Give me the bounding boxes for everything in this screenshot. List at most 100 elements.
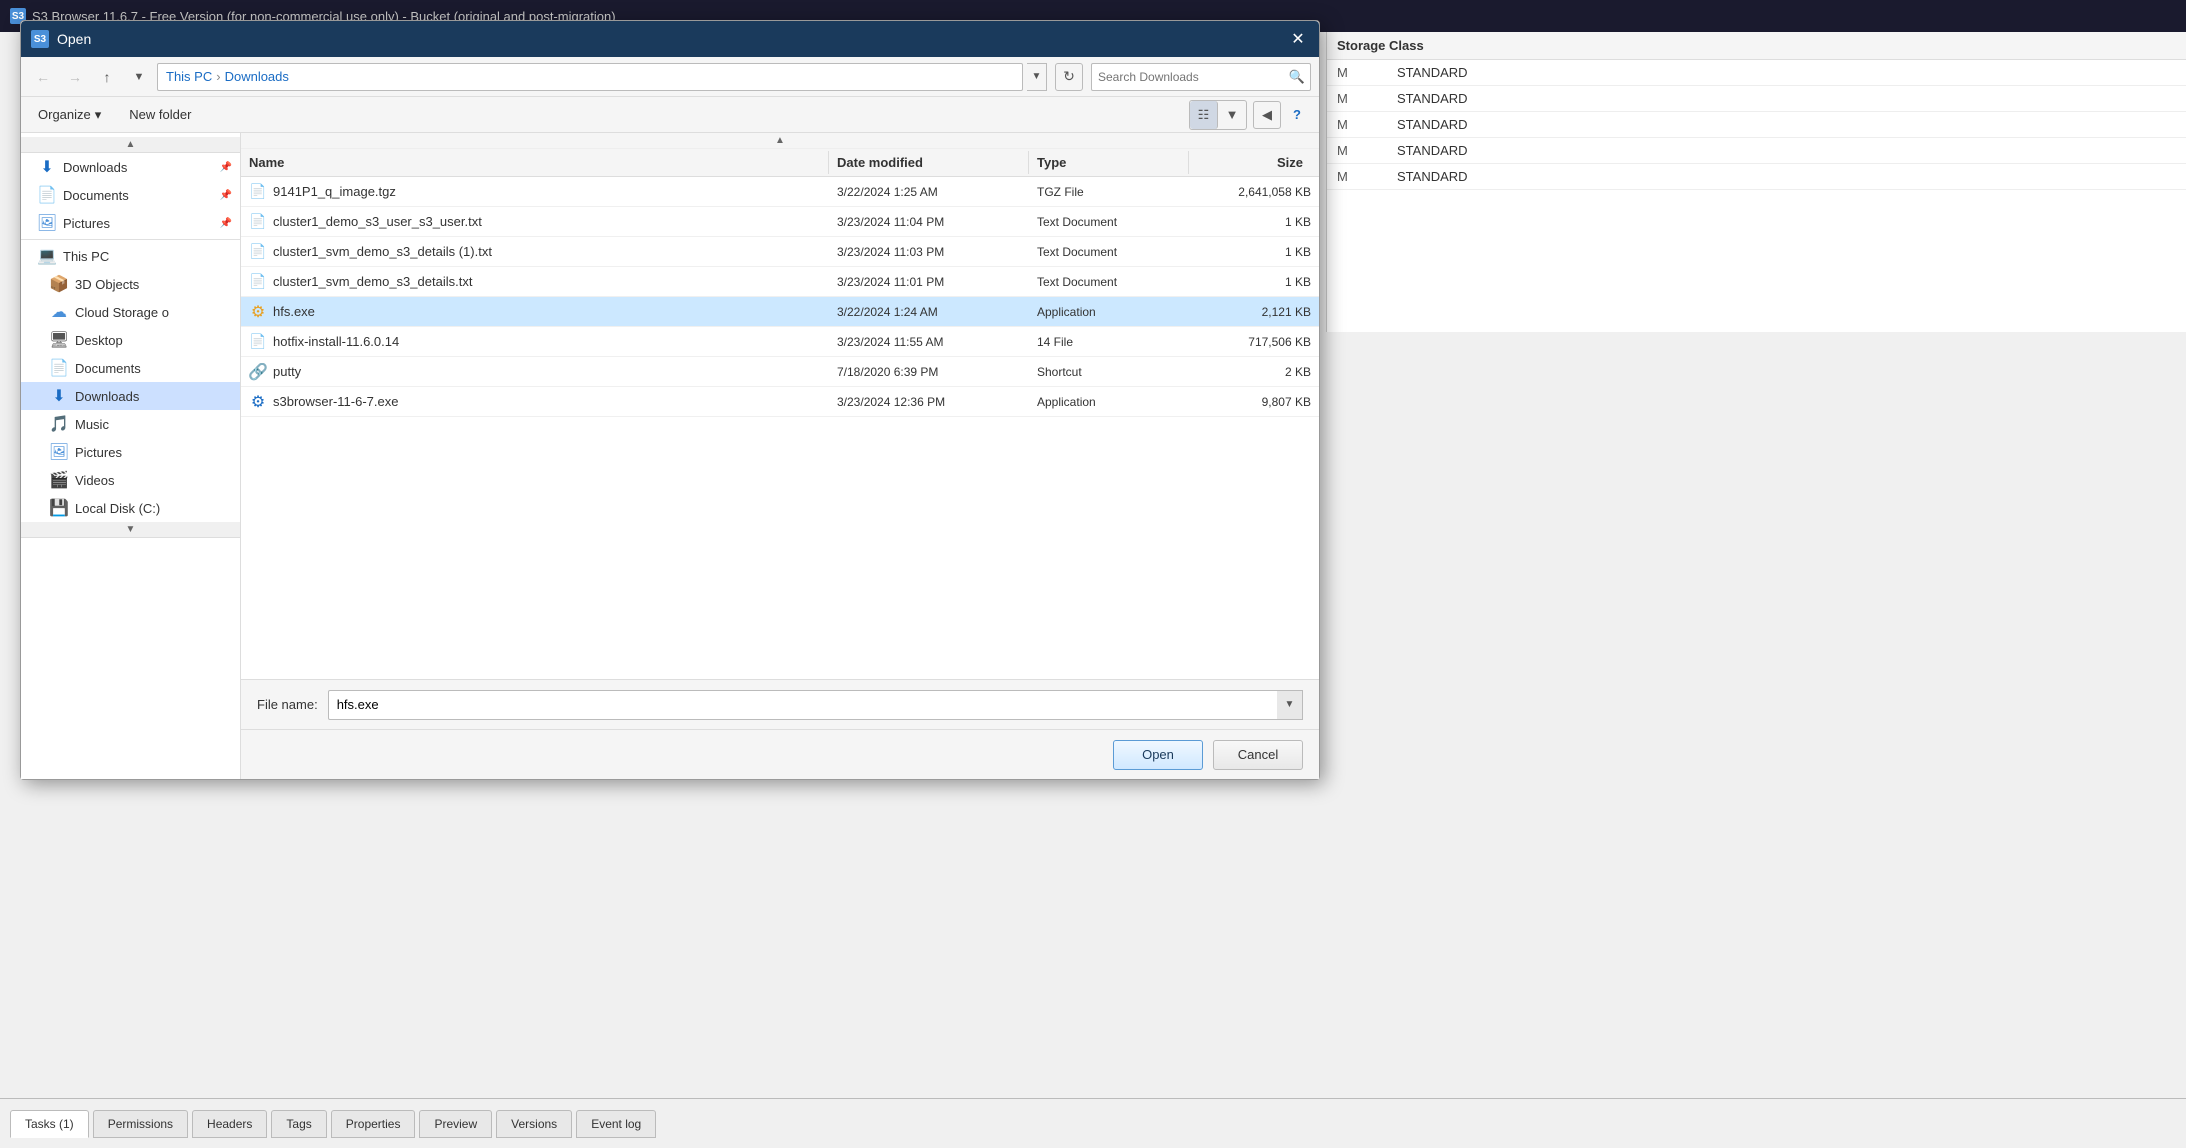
sidebar-item-documents-pinned[interactable]: 📄 Documents 📌 xyxy=(21,181,240,209)
down-button[interactable]: ▼ xyxy=(125,63,153,91)
sort-indicator: ▲ xyxy=(773,133,787,148)
up-button[interactable]: ↑ xyxy=(93,63,121,91)
search-button[interactable]: 🔍 xyxy=(1284,64,1310,90)
sidebar-item-desktop[interactable]: 🖥 Desktop xyxy=(21,326,240,354)
search-box: 🔍 xyxy=(1091,63,1311,91)
pin-icon-pictures: 📌 xyxy=(220,218,232,229)
sidebar-item-music[interactable]: 🎵 Music xyxy=(21,410,240,438)
tab-versions[interactable]: Versions xyxy=(496,1110,572,1138)
open-button[interactable]: Open xyxy=(1113,740,1203,770)
cloud-storage-icon: ☁ xyxy=(49,302,69,322)
sidebar-item-3d-objects-label: 3D Objects xyxy=(75,277,139,292)
tab-event-log[interactable]: Event log xyxy=(576,1110,656,1138)
file-date-s3browser: 3/23/2024 12:36 PM xyxy=(829,395,1029,409)
help-button[interactable]: ? xyxy=(1283,101,1311,129)
back-button[interactable]: ← xyxy=(29,63,57,91)
sidebar-item-videos[interactable]: 🎬 Videos xyxy=(21,466,240,494)
sidebar-item-this-pc[interactable]: 💻 This PC xyxy=(21,242,240,270)
breadcrumb-downloads[interactable]: Downloads xyxy=(225,69,289,84)
desktop-icon: 🖥 xyxy=(49,330,69,350)
pictures2-icon: 🖼 xyxy=(49,442,69,462)
file-type-tgz: TGZ File xyxy=(1029,185,1189,199)
col-header-size[interactable]: Size xyxy=(1189,151,1319,174)
breadcrumb-sep1: › xyxy=(216,69,220,84)
view-mode-buttons: ☷ ▼ xyxy=(1189,100,1247,130)
sidebar-item-local-disk[interactable]: 💾 Local Disk (C:) xyxy=(21,494,240,522)
breadcrumb-this-pc[interactable]: This PC xyxy=(166,69,212,84)
sidebar-item-downloads-pinned[interactable]: ⬇ Downloads 📌 xyxy=(21,153,240,181)
sc-row-1: M STANDARD xyxy=(1327,60,2186,86)
pin-icon-downloads: 📌 xyxy=(220,162,232,173)
cancel-button[interactable]: Cancel xyxy=(1213,740,1303,770)
navigation-bar: ← → ↑ ▼ This PC › Downloads ▼ ↻ 🔍 xyxy=(21,57,1319,97)
filename-dropdown-button[interactable]: ▼ xyxy=(1277,690,1303,720)
table-row[interactable]: 📄 9141P1_q_image.tgz 3/22/2024 1:25 AM T… xyxy=(241,177,1319,207)
filename-input-wrap: ▼ xyxy=(328,690,1303,720)
table-row[interactable]: 📄 cluster1_svm_demo_s3_details.txt 3/23/… xyxy=(241,267,1319,297)
file-size-s3browser: 9,807 KB xyxy=(1189,395,1319,409)
file-icon-putty: 🔗 xyxy=(249,363,267,381)
sidebar-item-pictures-pinned[interactable]: 🖼 Pictures 📌 xyxy=(21,209,240,237)
sidebar-item-documents2[interactable]: 📄 Documents xyxy=(21,354,240,382)
forward-button[interactable]: → xyxy=(61,63,89,91)
file-date-hotfix: 3/23/2024 11:55 AM xyxy=(829,335,1029,349)
file-date-s3user: 3/23/2024 11:04 PM xyxy=(829,215,1029,229)
sidebar-item-downloads-active-label: Downloads xyxy=(75,389,139,404)
sidebar-item-downloads-active[interactable]: ⬇ Downloads xyxy=(21,382,240,410)
table-row[interactable]: 📄 cluster1_demo_s3_user_s3_user.txt 3/23… xyxy=(241,207,1319,237)
tab-preview[interactable]: Preview xyxy=(419,1110,492,1138)
file-icon-hfs: ⚙ xyxy=(249,303,267,321)
col-header-type[interactable]: Type xyxy=(1029,151,1189,174)
col-header-date[interactable]: Date modified xyxy=(829,151,1029,174)
table-row[interactable]: 📄 hotfix-install-11.6.0.14 3/23/2024 11:… xyxy=(241,327,1319,357)
file-type-s3user: Text Document xyxy=(1029,215,1189,229)
table-row[interactable]: ⚙ s3browser-11-6-7.exe 3/23/2024 12:36 P… xyxy=(241,387,1319,417)
sidebar: ▲ ⬇ Downloads 📌 📄 Documents 📌 🖼 Pictures… xyxy=(21,133,241,779)
preview-pane-button[interactable]: ◀ xyxy=(1253,101,1281,129)
sc-row-2: M STANDARD xyxy=(1327,86,2186,112)
file-icon-s3details: 📄 xyxy=(249,273,267,291)
toolbar-row: Organize ▾ New folder ☷ ▼ ◀ ? xyxy=(21,97,1319,133)
new-folder-label: New folder xyxy=(129,107,191,122)
file-name-s3details1: cluster1_svm_demo_s3_details (1).txt xyxy=(273,244,492,259)
refresh-button[interactable]: ↻ xyxy=(1055,63,1083,91)
organize-button[interactable]: Organize ▾ xyxy=(29,102,110,128)
col-header-name[interactable]: Name xyxy=(241,151,829,174)
table-row[interactable]: 📄 cluster1_svm_demo_s3_details (1).txt 3… xyxy=(241,237,1319,267)
sidebar-item-3d-objects[interactable]: 📦 3D Objects xyxy=(21,270,240,298)
sidebar-item-pictures2[interactable]: 🖼 Pictures xyxy=(21,438,240,466)
details-view-button[interactable]: ☷ xyxy=(1190,101,1218,129)
this-pc-icon: 💻 xyxy=(37,246,57,266)
tab-tags[interactable]: Tags xyxy=(271,1110,326,1138)
new-folder-button[interactable]: New folder xyxy=(118,102,202,127)
table-row[interactable]: ⚙ hfs.exe 3/22/2024 1:24 AM Application … xyxy=(241,297,1319,327)
organize-label: Organize xyxy=(38,107,91,122)
open-dialog: S3 Open ✕ ← → ↑ ▼ This PC › Downloads ▼ … xyxy=(20,20,1320,780)
downloads-active-icon: ⬇ xyxy=(49,386,69,406)
dialog-close-button[interactable]: ✕ xyxy=(1287,28,1309,50)
tab-properties[interactable]: Properties xyxy=(331,1110,416,1138)
file-size-s3details1: 1 KB xyxy=(1189,245,1319,259)
sidebar-scroll-down[interactable]: ▼ xyxy=(21,522,240,538)
table-row[interactable]: 🔗 putty 7/18/2020 6:39 PM Shortcut 2 KB xyxy=(241,357,1319,387)
action-buttons-row: Open Cancel xyxy=(241,729,1319,779)
file-size-hfs: 2,121 KB xyxy=(1189,305,1319,319)
file-type-s3details: Text Document xyxy=(1029,275,1189,289)
sidebar-item-cloud-storage[interactable]: ☁ Cloud Storage o xyxy=(21,298,240,326)
sidebar-item-this-pc-label: This PC xyxy=(63,249,109,264)
file-date-s3details: 3/23/2024 11:01 PM xyxy=(829,275,1029,289)
storage-class-panel: Storage Class M STANDARD M STANDARD M ST… xyxy=(1326,32,2186,332)
pin-icon-documents: 📌 xyxy=(220,190,232,201)
tab-headers[interactable]: Headers xyxy=(192,1110,267,1138)
sidebar-item-local-disk-label: Local Disk (C:) xyxy=(75,501,160,516)
view-dropdown-button[interactable]: ▼ xyxy=(1218,101,1246,129)
search-input[interactable] xyxy=(1092,70,1284,84)
filename-input[interactable] xyxy=(328,690,1303,720)
file-date-hfs: 3/22/2024 1:24 AM xyxy=(829,305,1029,319)
file-name-tgz: 9141P1_q_image.tgz xyxy=(273,184,396,199)
file-name-hotfix: hotfix-install-11.6.0.14 xyxy=(273,334,399,349)
breadcrumb-dropdown-button[interactable]: ▼ xyxy=(1027,63,1047,91)
tab-permissions[interactable]: Permissions xyxy=(93,1110,188,1138)
sidebar-scroll-up[interactable]: ▲ xyxy=(21,137,240,153)
tab-tasks[interactable]: Tasks (1) xyxy=(10,1110,89,1138)
